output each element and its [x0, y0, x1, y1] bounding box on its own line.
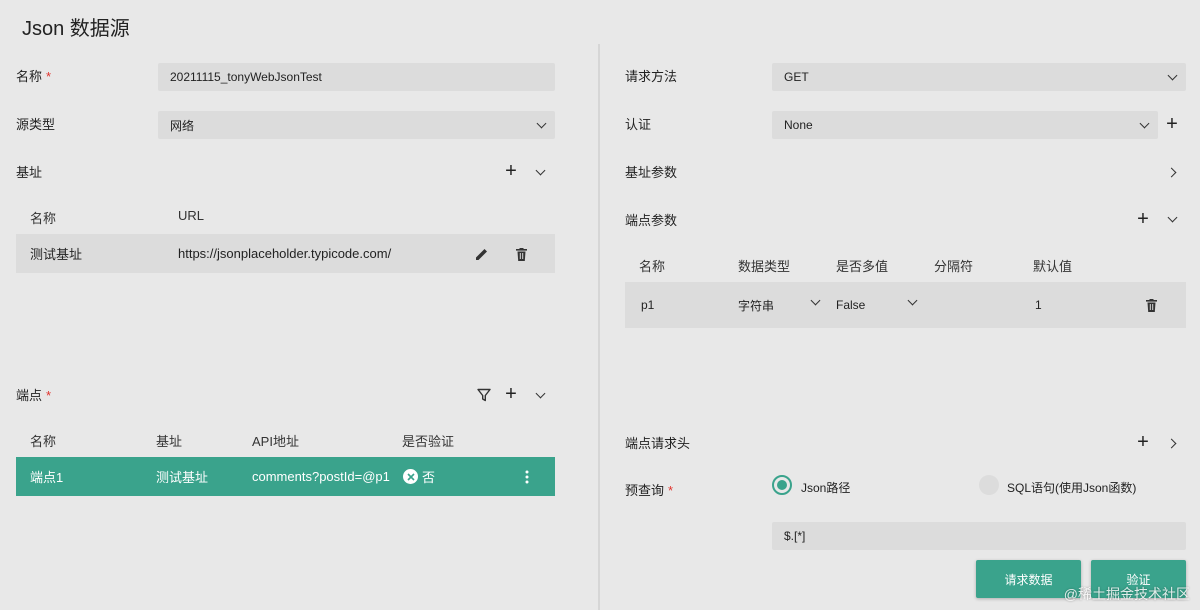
- collapse-endpoint-params-button[interactable]: [1165, 212, 1179, 226]
- filter-button[interactable]: [476, 387, 492, 403]
- expand-base-params-button[interactable]: [1164, 165, 1178, 179]
- add-endpoint-button[interactable]: +: [503, 384, 519, 404]
- chevron-down-icon: [536, 118, 547, 128]
- param-col-type: 数据类型: [738, 259, 791, 274]
- filter-icon: [477, 388, 491, 402]
- x-circle-icon: [403, 469, 418, 484]
- required-marker: *: [46, 388, 52, 403]
- param-col-separator: 分隔符: [934, 259, 974, 274]
- radio-dot: [777, 480, 787, 490]
- name-label: 名称 *: [16, 66, 51, 85]
- close-icon: [406, 472, 415, 481]
- endpoint-row-name: 端点1: [30, 470, 64, 485]
- endpoint-col-base: 基址: [156, 434, 183, 449]
- add-endpoint-header-button[interactable]: +: [1135, 432, 1151, 452]
- base-col-name: 名称: [30, 211, 57, 226]
- source-type-select[interactable]: 网络: [158, 111, 555, 139]
- chevron-down-icon: [1167, 212, 1177, 222]
- endpoint-headers-label: 端点请求头: [625, 436, 691, 451]
- auth-label: 认证: [625, 117, 652, 132]
- json-path-radio-label[interactable]: Json路径: [801, 479, 850, 496]
- endpoint-label: 端点 *: [16, 385, 51, 404]
- name-label-text: 名称: [16, 69, 43, 84]
- add-auth-button[interactable]: +: [1164, 114, 1180, 134]
- table-row-selected[interactable]: 端点1 测试基址 comments?postId=@p1 否: [16, 457, 555, 496]
- required-marker: *: [668, 483, 674, 498]
- param-row-multi[interactable]: False: [836, 298, 865, 312]
- trash-icon: [1145, 298, 1157, 312]
- panel-divider: [598, 44, 600, 610]
- chevron-right-icon: [1166, 167, 1176, 177]
- type-dropdown[interactable]: [810, 295, 821, 306]
- sql-radio[interactable]: [979, 475, 999, 495]
- name-input[interactable]: 20211115_tonyWebJsonTest: [158, 63, 555, 91]
- endpoint-row-verify: 否: [422, 470, 436, 485]
- multi-dropdown[interactable]: [907, 295, 918, 306]
- trash-icon: [515, 247, 527, 261]
- endpoint-row-api: comments?postId=@p1: [252, 469, 390, 484]
- base-row-name: 测试基址: [30, 247, 83, 262]
- param-row-name: p1: [641, 298, 655, 312]
- chevron-down-icon: [907, 295, 918, 306]
- base-col-url: URL: [178, 208, 205, 223]
- chevron-down-icon: [535, 165, 545, 175]
- base-params-label: 基址参数: [625, 165, 678, 180]
- pencil-icon: [476, 249, 487, 260]
- source-type-value: 网络: [170, 118, 195, 133]
- table-row[interactable]: 测试基址 https://jsonplaceholder.typicode.co…: [16, 234, 555, 273]
- prequery-label-text: 预查询: [625, 483, 665, 498]
- chevron-down-icon: [810, 295, 821, 306]
- auth-value: None: [784, 118, 813, 132]
- endpoint-params-label: 端点参数: [625, 213, 678, 228]
- param-col-default: 默认值: [1033, 259, 1073, 274]
- param-row-default[interactable]: 1: [1035, 298, 1042, 312]
- method-select[interactable]: GET: [772, 63, 1186, 91]
- required-marker: *: [46, 69, 52, 84]
- chevron-down-icon: [1139, 118, 1150, 128]
- prequery-label: 预查询 *: [625, 480, 673, 499]
- endpoint-col-name: 名称: [30, 434, 57, 449]
- endpoint-col-api: API地址: [252, 434, 299, 449]
- more-options-button[interactable]: [519, 468, 535, 486]
- param-col-name: 名称: [639, 259, 666, 274]
- page-title: Json 数据源: [22, 18, 130, 40]
- sql-radio-label[interactable]: SQL语句(使用Json函数): [1007, 479, 1136, 496]
- param-row-type[interactable]: 字符串: [738, 297, 774, 314]
- endpoint-label-text: 端点: [16, 388, 43, 403]
- chevron-down-icon: [535, 388, 545, 398]
- add-endpoint-param-button[interactable]: +: [1135, 209, 1151, 229]
- collapse-endpoint-button[interactable]: [533, 388, 547, 402]
- param-col-multi: 是否多值: [836, 259, 889, 274]
- edit-icon[interactable]: [474, 246, 490, 262]
- json-path-input[interactable]: $.[*]: [772, 522, 1186, 550]
- base-row-url: https://jsonplaceholder.typicode.com/: [178, 246, 392, 261]
- chevron-down-icon: [1167, 70, 1178, 80]
- watermark: @稀土掘金技术社区: [1063, 586, 1190, 602]
- delete-param-button[interactable]: [1143, 297, 1159, 313]
- json-path-radio[interactable]: [772, 475, 792, 495]
- delete-icon[interactable]: [513, 246, 529, 262]
- method-label: 请求方法: [625, 69, 678, 84]
- table-row[interactable]: p1 字符串 False 1: [625, 282, 1186, 328]
- collapse-base-button[interactable]: [533, 165, 547, 179]
- more-vertical-icon: [525, 470, 529, 484]
- auth-select[interactable]: None: [772, 111, 1158, 139]
- endpoint-row-base: 测试基址: [156, 470, 209, 485]
- expand-endpoint-headers-button[interactable]: [1164, 436, 1178, 450]
- endpoint-col-verify: 是否验证: [402, 434, 455, 449]
- add-base-button[interactable]: +: [503, 161, 519, 181]
- source-type-label: 源类型: [16, 117, 56, 132]
- method-value: GET: [784, 70, 809, 84]
- chevron-right-icon: [1166, 438, 1176, 448]
- base-label: 基址: [16, 165, 43, 180]
